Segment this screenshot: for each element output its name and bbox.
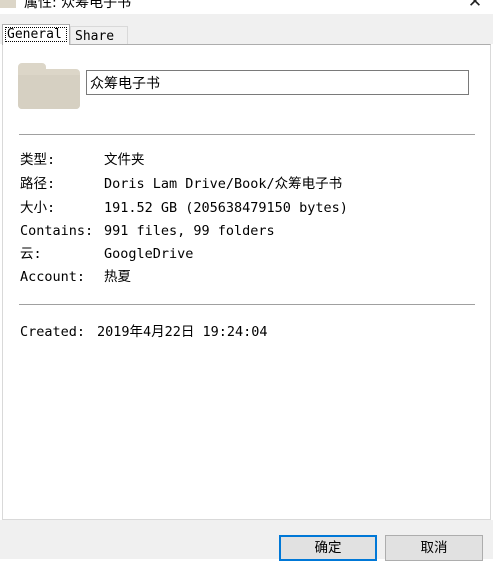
tab-share[interactable]: Share bbox=[70, 26, 128, 45]
property-value: 热夏 bbox=[104, 269, 131, 285]
cancel-button[interactable]: 取消 bbox=[385, 535, 483, 561]
ok-button[interactable]: 确定 bbox=[279, 535, 377, 561]
property-label: Contains: bbox=[20, 223, 94, 239]
folder-name-input[interactable] bbox=[86, 70, 469, 95]
property-label: 类型: bbox=[20, 152, 56, 168]
property-value: 991 files, 99 folders bbox=[104, 223, 275, 239]
property-value: Doris Lam Drive/Book/众筹电子书 bbox=[104, 176, 343, 192]
folder-icon bbox=[18, 63, 80, 109]
tab-general[interactable]: General bbox=[2, 24, 70, 45]
property-label: Account: bbox=[20, 269, 86, 285]
created-value: 2019年4月22日 19:24:04 bbox=[97, 324, 268, 340]
property-label: 大小: bbox=[20, 200, 56, 216]
property-label: 路径: bbox=[20, 176, 56, 192]
close-icon[interactable]: ✕ bbox=[467, 0, 483, 11]
separator bbox=[19, 304, 475, 305]
separator bbox=[19, 134, 475, 135]
property-value: 文件夹 bbox=[104, 152, 145, 168]
window-title: 属性: 众筹电子书 bbox=[24, 0, 132, 11]
property-value: 191.52 GB (205638479150 bytes) bbox=[104, 200, 348, 216]
title-bar: 属性: 众筹电子书 ✕ bbox=[0, 0, 493, 14]
property-value: GoogleDrive bbox=[104, 246, 194, 262]
dialog-footer: 确定 取消 bbox=[0, 520, 493, 561]
created-label: Created: bbox=[20, 324, 86, 340]
folder-icon bbox=[0, 0, 16, 8]
general-panel: 类型: 文件夹 路径: Doris Lam Drive/Book/众筹电子书 大… bbox=[2, 44, 491, 520]
property-label: 云: bbox=[20, 246, 42, 262]
tab-strip: General Share bbox=[0, 14, 493, 45]
